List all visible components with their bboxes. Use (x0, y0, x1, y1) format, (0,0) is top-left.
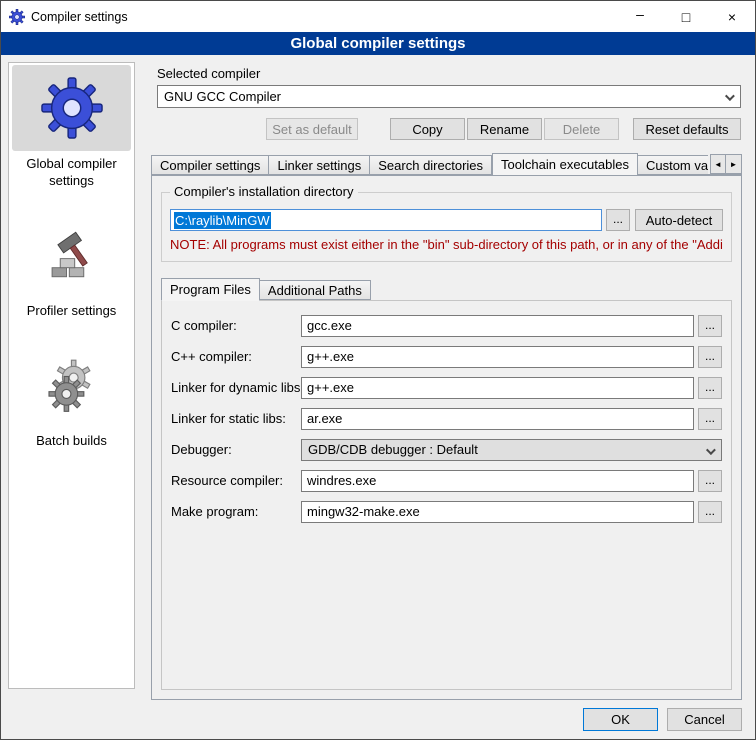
dynamic-linker-input[interactable] (301, 377, 694, 399)
copy-button[interactable]: Copy (390, 118, 465, 140)
window-title: Compiler settings (31, 10, 128, 24)
tab-scroll-right-icon[interactable]: ► (726, 154, 742, 174)
c-compiler-label: C compiler: (171, 318, 297, 333)
static-linker-label: Linker for static libs: (171, 411, 297, 426)
selected-compiler-label: Selected compiler (157, 66, 748, 81)
reset-defaults-button[interactable]: Reset defaults (633, 118, 741, 140)
main-content: Selected compiler GNU GCC Compiler Set a… (145, 60, 748, 708)
delete-button[interactable]: Delete (544, 118, 619, 140)
sidebar-item-label: Batch builds (30, 428, 113, 450)
compiler-select[interactable]: GNU GCC Compiler (157, 85, 741, 108)
cpp-compiler-input[interactable] (301, 346, 694, 368)
chevron-down-icon (706, 445, 716, 455)
dialog-footer: OK Cancel (583, 708, 742, 731)
close-button[interactable]: × (709, 1, 755, 32)
c-compiler-browse-button[interactable]: ... (698, 315, 722, 337)
compiler-select-value: GNU GCC Compiler (164, 89, 281, 104)
cpp-compiler-browse-button[interactable]: ... (698, 346, 722, 368)
program-files-panel: C compiler: ... C++ compiler: ... Linker… (161, 300, 732, 690)
tab-program-files[interactable]: Program Files (161, 278, 260, 301)
gray-gears-icon (12, 342, 131, 428)
autodetect-button[interactable]: Auto-detect (635, 209, 723, 231)
sidebar-item-profiler-settings[interactable]: Profiler settings (10, 212, 133, 320)
cancel-button[interactable]: Cancel (667, 708, 742, 731)
tab-linker-settings[interactable]: Linker settings (269, 155, 370, 175)
make-program-input[interactable] (301, 501, 694, 523)
rename-button[interactable]: Rename (467, 118, 542, 140)
resource-compiler-input[interactable] (301, 470, 694, 492)
sidebar-item-label: Profiler settings (21, 298, 123, 320)
maximize-button[interactable]: □ (663, 1, 709, 32)
settings-sidebar: Global compiler settings Profiler settin… (8, 62, 135, 689)
compiler-actions: Set as default Copy Rename Delete Reset … (157, 118, 741, 140)
static-linker-input[interactable] (301, 408, 694, 430)
install-dir-input[interactable]: C:\raylib\MinGW (170, 209, 602, 231)
static-linker-browse-button[interactable]: ... (698, 408, 722, 430)
dynamic-linker-browse-button[interactable]: ... (698, 377, 722, 399)
debugger-select[interactable]: GDB/CDB debugger : Default (301, 439, 722, 461)
c-compiler-input[interactable] (301, 315, 694, 337)
app-icon (9, 9, 25, 25)
debugger-select-value: GDB/CDB debugger : Default (308, 442, 478, 457)
window-controls: – □ × (617, 1, 755, 32)
cpp-compiler-label: C++ compiler: (171, 349, 297, 364)
tab-toolchain-executables[interactable]: Toolchain executables (492, 153, 638, 175)
page-title: Global compiler settings (1, 32, 755, 55)
titlebar: Compiler settings – □ × (1, 1, 755, 32)
tab-compiler-settings[interactable]: Compiler settings (151, 155, 269, 175)
tab-search-directories[interactable]: Search directories (370, 155, 492, 175)
sidebar-item-batch-builds[interactable]: Batch builds (10, 342, 133, 450)
ok-button[interactable]: OK (583, 708, 658, 731)
note-text: NOTE: All programs must exist either in … (170, 237, 723, 252)
tab-additional-paths[interactable]: Additional Paths (260, 280, 371, 300)
resource-compiler-browse-button[interactable]: ... (698, 470, 722, 492)
toolchain-executables-panel: Compiler's installation directory C:\ray… (151, 175, 742, 700)
debugger-label: Debugger: (171, 442, 297, 457)
install-dir-browse-button[interactable]: ... (606, 209, 630, 231)
tab-scroll-arrows: ◄ ► (708, 154, 742, 174)
installation-directory-label: Compiler's installation directory (170, 184, 358, 199)
tab-scroll-left-icon[interactable]: ◄ (710, 154, 726, 174)
install-dir-selected-text: C:\raylib\MinGW (174, 212, 271, 229)
sidebar-item-label: Global compiler settings (10, 151, 133, 190)
blue-gear-icon (12, 65, 131, 151)
chevron-down-icon (725, 91, 735, 101)
program-files-tabbar: Program Files Additional Paths (161, 277, 732, 300)
profiler-tool-icon (12, 212, 131, 298)
make-program-label: Make program: (171, 504, 297, 519)
minimize-button[interactable]: – (617, 1, 663, 32)
dynamic-linker-label: Linker for dynamic libs: (171, 380, 297, 395)
set-as-default-button[interactable]: Set as default (266, 118, 358, 140)
make-program-browse-button[interactable]: ... (698, 501, 722, 523)
settings-tabbar: Compiler settings Linker settings Search… (151, 152, 742, 175)
resource-compiler-label: Resource compiler: (171, 473, 297, 488)
sidebar-item-global-compiler-settings[interactable]: Global compiler settings (10, 65, 133, 190)
installation-directory-group: Compiler's installation directory C:\ray… (161, 192, 732, 262)
